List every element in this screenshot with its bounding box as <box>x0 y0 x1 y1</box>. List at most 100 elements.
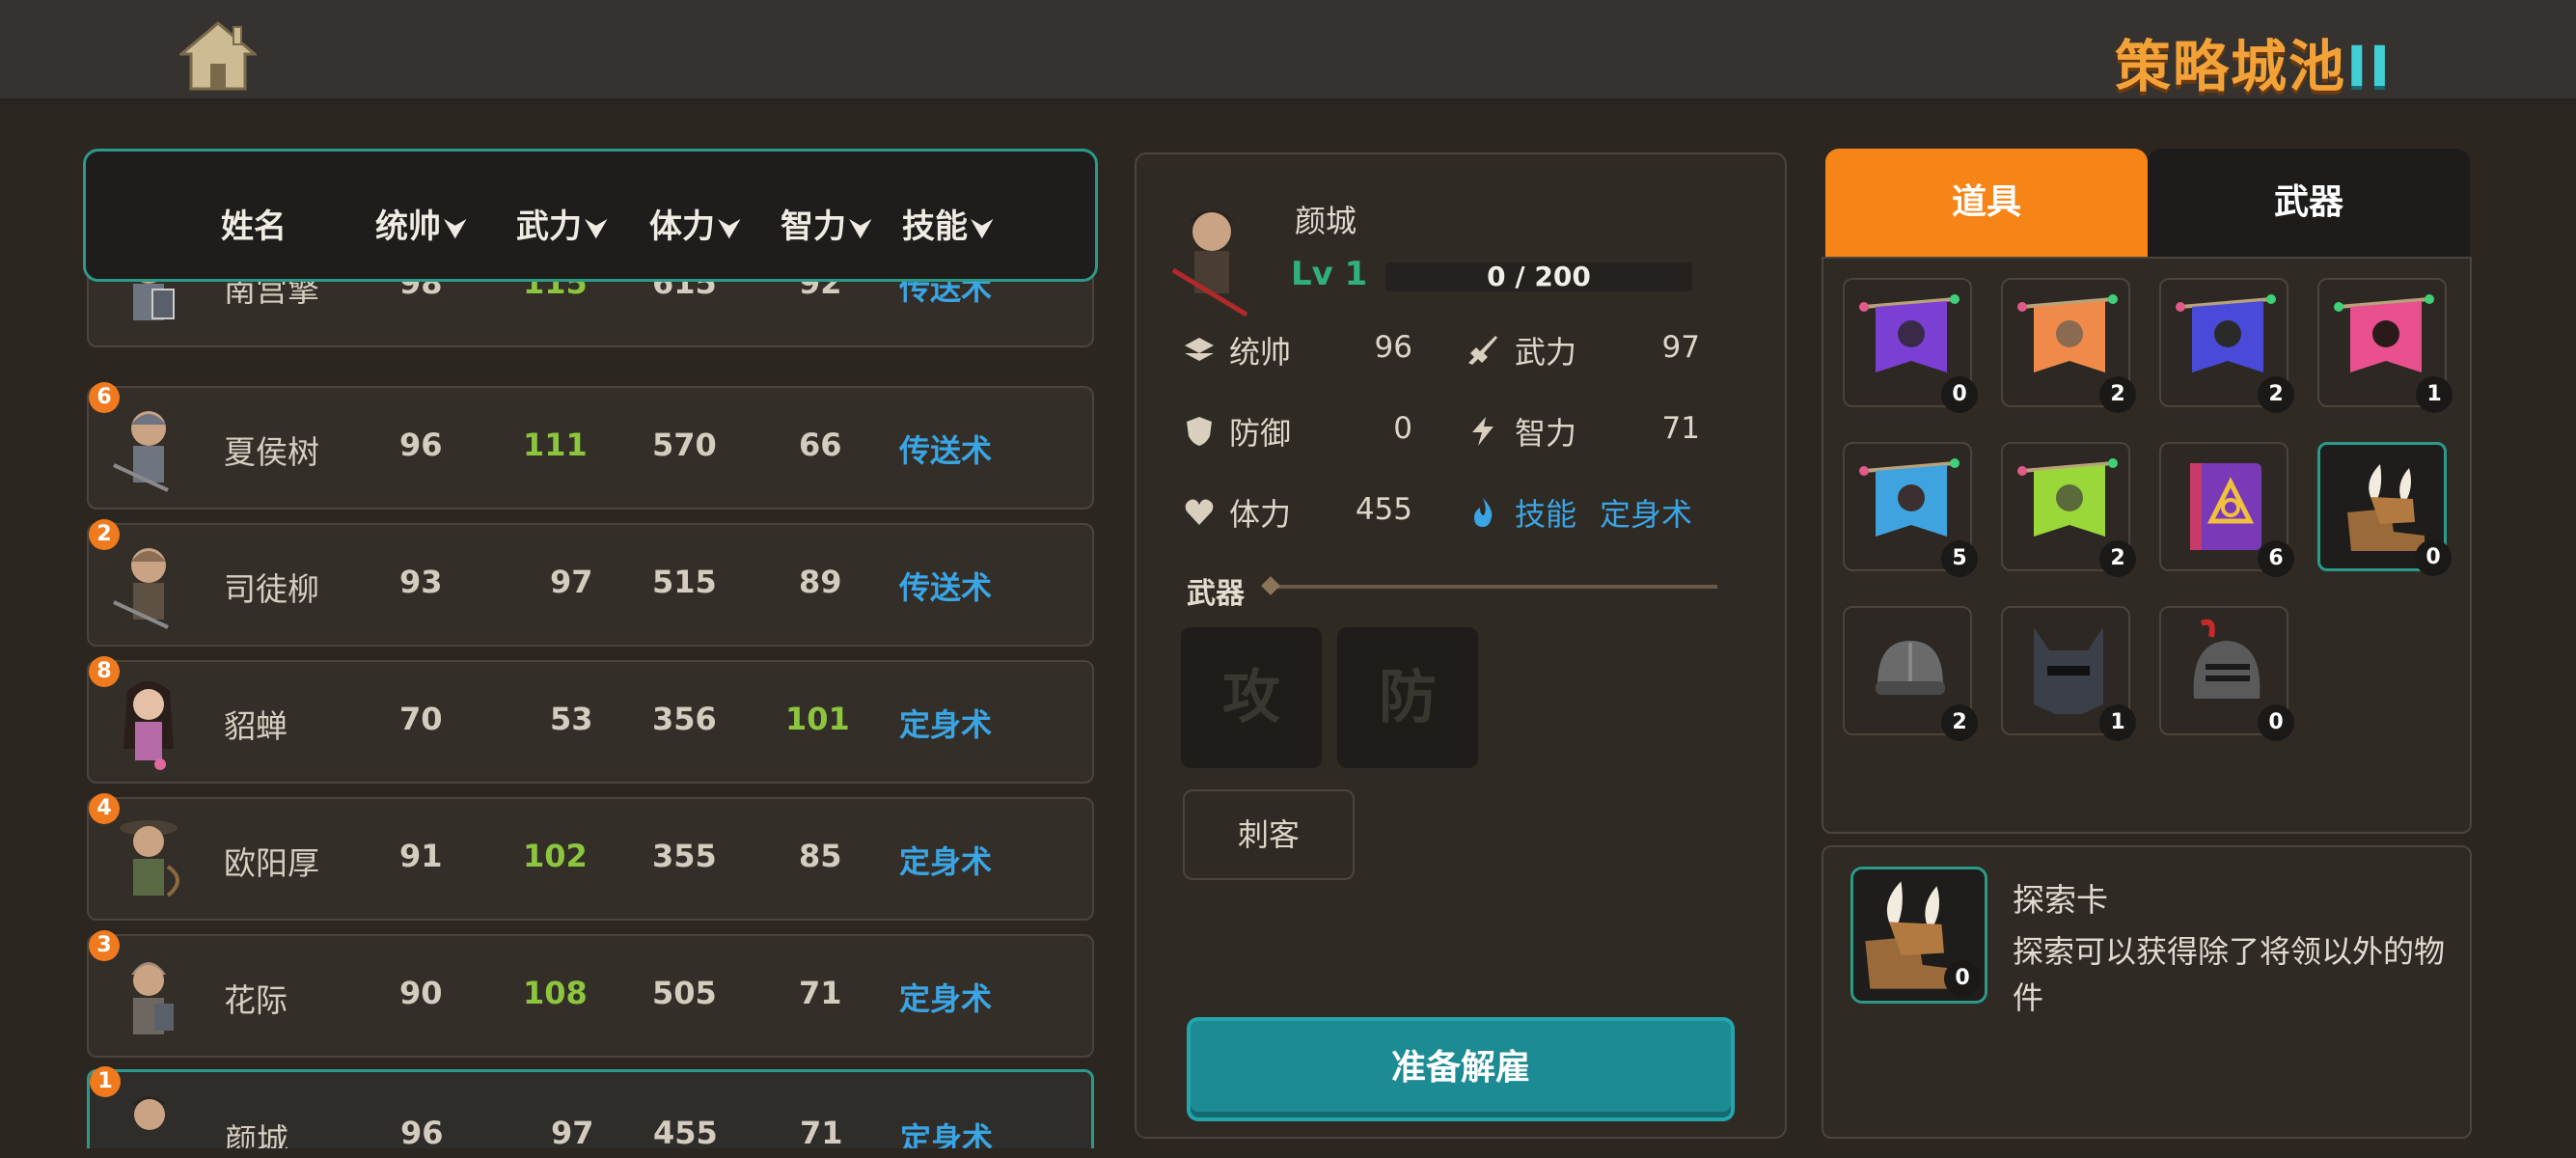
sort-arrow-icon: ⮟ <box>719 215 741 244</box>
stamina-value: 356 <box>652 701 717 737</box>
tab-weapons[interactable]: 武器 <box>2148 149 2470 257</box>
general-name: 貂蝉 <box>224 707 288 745</box>
item-info-panel: 0 探索卡 探索可以获得除了将领以外的物件 <box>1822 845 2472 1139</box>
sort-force-button[interactable]: 武力 ⮟ <box>516 200 607 247</box>
item-count: 1 <box>2099 704 2136 741</box>
general-detail-panel: 颜城 Lv 1 0 / 200 统帅 96 武力 97 防御 0 智力 71 体… <box>1135 152 1787 1139</box>
general-name: 颜城 <box>1295 203 1357 239</box>
item-slot-selected[interactable]: 0 <box>2317 442 2452 576</box>
item-slot[interactable]: 2 <box>2159 278 2294 413</box>
lead-value: 70 <box>399 701 443 737</box>
general-row-xiahou[interactable]: 6 夏侯树 96 111 570 66 传送术 <box>87 382 1094 510</box>
lead-value: 91 <box>399 838 443 874</box>
general-name: 颜城 <box>225 1121 288 1148</box>
divider <box>1270 585 1717 589</box>
item-count: 1 <box>2416 376 2453 413</box>
rank-badge: 8 <box>89 656 120 687</box>
general-name: 夏侯树 <box>224 433 319 471</box>
general-row-diaochan[interactable]: 8 貂蝉 70 53 356 101 定身术 <box>87 656 1094 784</box>
intel-value: 89 <box>799 564 842 600</box>
general-name: 花际 <box>224 981 288 1019</box>
green-banner-icon <box>2017 458 2118 537</box>
force-label: 武力 <box>1515 334 1577 371</box>
spellbook-icon <box>2190 463 2261 550</box>
item-slot[interactable]: 2 <box>2001 442 2136 577</box>
skill-value: 传送术 <box>899 432 993 469</box>
item-count: 0 <box>2415 539 2452 576</box>
sort-arrow-icon: ⮟ <box>586 215 608 244</box>
item-slot[interactable]: 1 <box>2001 606 2136 741</box>
skill-value: 定身术 <box>899 980 993 1017</box>
item-slot[interactable]: 5 <box>1843 442 1978 577</box>
force-value: 108 <box>523 975 588 1011</box>
skill-value: 传送术 <box>899 569 993 606</box>
item-slot[interactable]: 0 <box>2159 606 2294 741</box>
rank-badge: 6 <box>89 382 120 413</box>
stamina-value: 455 <box>653 1115 718 1148</box>
game-logo: 策略城池II <box>2115 34 2393 99</box>
divider-diamond <box>1261 576 1280 595</box>
sort-intel-button[interactable]: 智力 ⮟ <box>781 200 871 247</box>
item-slot[interactable]: 0 <box>1843 278 1978 413</box>
stamina-label: 体力 <box>1229 496 1292 533</box>
roster-header: 姓名 统帅 ⮟ 武力 ⮟ 体力 ⮟ 智力 ⮟ 技能 ⮟ <box>83 149 1098 282</box>
sort-arrow-icon: ⮟ <box>972 215 994 244</box>
lightning-icon <box>1472 417 1494 446</box>
tab-items[interactable]: 道具 <box>1825 149 2148 257</box>
intel-label: 智力 <box>1515 415 1577 452</box>
intel-value: 66 <box>799 427 842 463</box>
general-row-huaji[interactable]: 3 花际 90 108 505 71 定身术 <box>87 930 1094 1058</box>
lead-icon <box>1185 338 1214 361</box>
home-icon[interactable] <box>179 21 257 91</box>
dismiss-button[interactable]: 准备解雇 <box>1187 1017 1735 1121</box>
selected-item-icon: 0 <box>1850 867 1987 1004</box>
lead-label: 统帅 <box>1229 334 1292 371</box>
item-count: 6 <box>2258 540 2294 577</box>
general-portrait <box>1171 210 1248 317</box>
stamina-value: 455 <box>1355 492 1412 527</box>
skill-value: 定身术 <box>899 843 993 880</box>
intel-value: 85 <box>799 838 842 874</box>
rank-badge: 3 <box>89 930 120 961</box>
lead-value: 96 <box>399 427 443 463</box>
general-row-yancheng-selected[interactable]: 1 颜城 96 97 455 71 定身术 <box>87 1066 1094 1148</box>
item-count: 0 <box>2258 704 2294 741</box>
sort-lead-button[interactable]: 统帅 ⮟ <box>375 200 466 247</box>
force-value: 97 <box>550 564 593 600</box>
item-slot[interactable]: 2 <box>2001 278 2136 413</box>
rank-badge: 2 <box>89 519 120 550</box>
shield-icon <box>1187 417 1212 446</box>
general-row-situ[interactable]: 2 司徒柳 93 97 515 89 传送术 <box>87 519 1094 647</box>
item-count: 2 <box>1941 704 1978 741</box>
item-slot[interactable]: 2 <box>1843 606 1978 741</box>
stamina-value: 355 <box>652 838 717 874</box>
intel-value: 71 <box>799 975 842 1011</box>
orange-banner-icon <box>2017 294 2118 372</box>
sort-skill-button[interactable]: 技能 ⮟ <box>902 200 993 247</box>
attack-weapon-slot[interactable]: 攻 <box>1181 627 1322 768</box>
heart-icon <box>1185 499 1214 525</box>
purple-banner-icon <box>1859 294 1959 372</box>
sort-stamina-button[interactable]: 体力 ⮟ <box>649 200 740 247</box>
force-value: 97 <box>551 1115 594 1148</box>
defense-label: 防御 <box>1229 415 1292 452</box>
item-count: 0 <box>1941 376 1978 413</box>
general-avatar <box>113 548 169 629</box>
level-label: Lv 1 <box>1291 255 1368 293</box>
item-description: 探索可以获得除了将领以外的物件 <box>2013 933 2446 1016</box>
sort-arrow-icon: ⮟ <box>850 215 872 244</box>
defense-weapon-slot[interactable]: 防 <box>1337 627 1478 768</box>
item-title: 探索卡 <box>2013 881 2108 919</box>
general-row-ouyang[interactable]: 4 欧阳厚 91 102 355 85 定身术 <box>87 793 1094 921</box>
item-count: 0 <box>1944 960 1981 997</box>
general-avatar <box>113 411 169 492</box>
item-count: 2 <box>2099 376 2136 413</box>
force-value: 102 <box>523 838 588 874</box>
item-grid: 0 2 2 1 5 2 6 0 2 1 0 <box>1822 257 2472 834</box>
exp-text: 0 / 200 <box>1487 261 1591 292</box>
general-avatar <box>120 820 179 897</box>
item-slot[interactable]: 6 <box>2159 442 2294 577</box>
skill-value: 定身术 <box>900 1120 994 1148</box>
item-slot[interactable]: 1 <box>2317 278 2453 413</box>
rank-badge: 4 <box>89 793 120 824</box>
